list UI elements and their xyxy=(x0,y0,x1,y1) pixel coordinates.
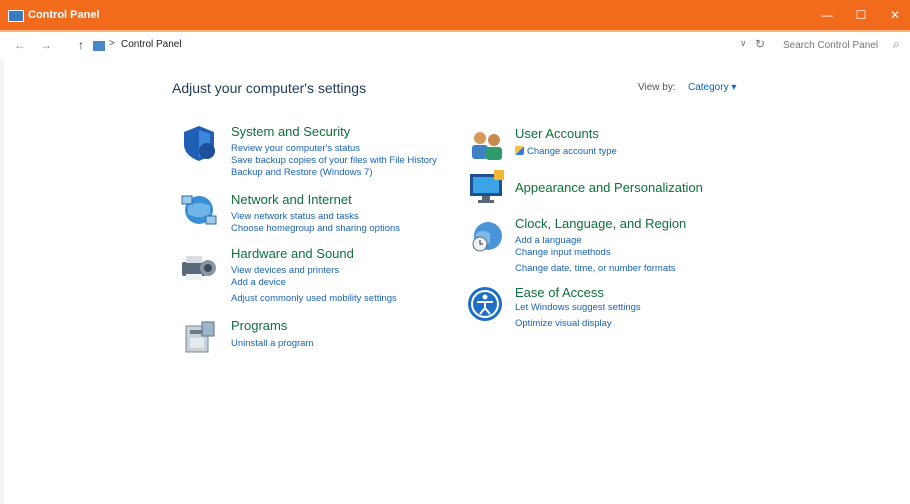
users-icon[interactable] xyxy=(468,126,506,164)
link-suggest-settings[interactable]: Let Windows suggest settings xyxy=(515,302,641,313)
link-homegroup[interactable]: Choose homegroup and sharing options xyxy=(231,223,400,234)
link-uninstall-program[interactable]: Uninstall a program xyxy=(231,338,313,349)
shield-icon[interactable] xyxy=(180,124,218,162)
page-heading: Adjust your computer's settings xyxy=(172,80,367,96)
link-add-device[interactable]: Add a device xyxy=(231,277,286,288)
link-input-methods[interactable]: Change input methods xyxy=(515,247,611,258)
control-panel-crumb-icon xyxy=(93,41,105,51)
link-devices-printers[interactable]: View devices and printers xyxy=(231,265,339,276)
link-optimize-display[interactable]: Optimize visual display xyxy=(515,318,612,329)
category-network-internet[interactable]: Network and Internet xyxy=(231,192,352,207)
printer-speaker-icon[interactable] xyxy=(180,248,218,286)
view-by-dropdown[interactable]: Category ▾ xyxy=(688,82,736,93)
control-panel-icon xyxy=(8,10,24,22)
link-file-history[interactable]: Save backup copies of your files with Fi… xyxy=(231,155,437,166)
breadcrumb-control-panel[interactable]: Control Panel xyxy=(121,39,182,50)
link-add-language[interactable]: Add a language xyxy=(515,235,582,246)
category-ease-of-access[interactable]: Ease of Access xyxy=(515,285,604,300)
link-mobility-settings[interactable]: Adjust commonly used mobility settings xyxy=(231,293,397,304)
clock-globe-icon[interactable] xyxy=(468,216,506,254)
ease-of-access-icon[interactable] xyxy=(466,285,504,323)
category-appearance[interactable]: Appearance and Personalization xyxy=(515,180,703,195)
category-clock-language[interactable]: Clock, Language, and Region xyxy=(515,216,686,231)
category-programs[interactable]: Programs xyxy=(231,318,287,333)
category-user-accounts[interactable]: User Accounts xyxy=(515,126,599,141)
close-button[interactable]: ✕ xyxy=(880,6,910,24)
programs-icon[interactable] xyxy=(182,318,220,356)
back-arrow-icon[interactable]: ← xyxy=(14,38,26,52)
category-hardware-sound[interactable]: Hardware and Sound xyxy=(231,246,354,261)
globe-network-icon[interactable] xyxy=(180,190,218,228)
link-date-formats[interactable]: Change date, time, or number formats xyxy=(515,263,676,274)
minimize-button[interactable]: — xyxy=(812,6,842,24)
up-arrow-icon[interactable]: ↑ xyxy=(78,38,84,52)
category-system-security[interactable]: System and Security xyxy=(231,124,350,139)
refresh-icon[interactable]: ↻ xyxy=(755,37,765,51)
link-review-status[interactable]: Review your computer's status xyxy=(231,143,360,154)
link-change-account-type-label: Change account type xyxy=(527,146,617,157)
search-input[interactable] xyxy=(783,36,893,54)
uac-shield-icon xyxy=(515,146,524,155)
view-by-label: View by: xyxy=(638,82,676,93)
monitor-icon[interactable] xyxy=(468,168,506,206)
link-change-account-type[interactable]: Change account type xyxy=(515,146,617,157)
address-dropdown-icon[interactable]: ∨ xyxy=(740,38,747,49)
forward-arrow-icon[interactable]: → xyxy=(40,38,52,52)
title-bar: Control Panel — ☐ ✕ xyxy=(0,0,910,30)
title-divider xyxy=(0,30,910,32)
left-pane-edge xyxy=(0,60,4,504)
maximize-button[interactable]: ☐ xyxy=(846,6,876,24)
window-title: Control Panel xyxy=(28,9,100,21)
link-network-status[interactable]: View network status and tasks xyxy=(231,211,359,222)
breadcrumb-separator[interactable]: > xyxy=(109,38,115,49)
search-icon[interactable]: ⌕ xyxy=(893,37,900,52)
link-backup-restore[interactable]: Backup and Restore (Windows 7) xyxy=(231,167,373,178)
